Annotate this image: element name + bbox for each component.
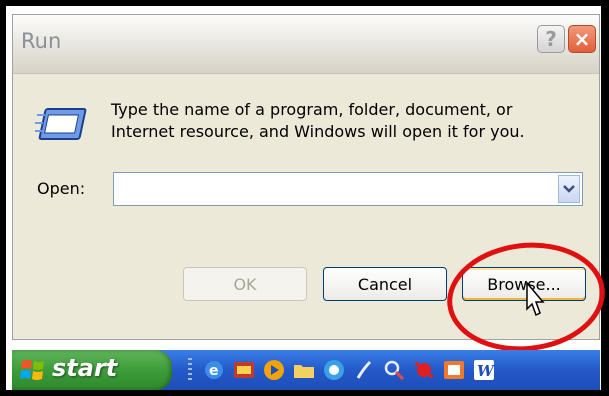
open-label: Open: xyxy=(37,179,86,198)
quick-launch-grip[interactable] xyxy=(188,358,192,382)
close-button[interactable]: × xyxy=(568,25,596,53)
taskbar: start e W xyxy=(12,350,600,390)
help-button[interactable]: ? xyxy=(537,25,565,53)
start-label: start xyxy=(52,354,118,382)
media-icon[interactable] xyxy=(442,358,466,382)
splat-icon[interactable] xyxy=(412,358,436,382)
mouse-cursor-icon xyxy=(526,281,545,317)
internet-explorer-icon[interactable]: e xyxy=(202,358,226,382)
run-description: Type the name of a program, folder, docu… xyxy=(111,99,581,143)
tools-icon[interactable] xyxy=(232,358,256,382)
media-player-icon[interactable] xyxy=(262,358,286,382)
start-button[interactable]: start xyxy=(12,350,172,390)
cancel-button[interactable]: Cancel xyxy=(323,267,447,301)
chevron-down-icon xyxy=(563,185,575,193)
open-input[interactable] xyxy=(116,175,560,205)
svg-text:e: e xyxy=(209,363,219,379)
dialog-title: Run xyxy=(21,29,62,53)
description-line-1: Type the name of a program, folder, docu… xyxy=(111,100,513,119)
svg-text:W: W xyxy=(477,362,496,380)
folder-icon[interactable] xyxy=(292,358,316,382)
search-icon[interactable] xyxy=(382,358,406,382)
title-bar[interactable]: Run ? × xyxy=(13,15,599,74)
messenger-icon[interactable] xyxy=(322,358,346,382)
windows-logo-icon xyxy=(20,360,44,380)
open-combobox[interactable] xyxy=(113,172,583,206)
dropdown-button[interactable] xyxy=(558,175,580,203)
run-icon xyxy=(35,108,87,140)
description-line-2: Internet resource, and Windows will open… xyxy=(111,122,525,141)
word-icon[interactable]: W xyxy=(472,358,496,382)
run-dialog: Run ? × Type the name of a program, fold… xyxy=(12,14,609,359)
ok-button[interactable]: OK xyxy=(183,267,307,301)
feather-icon[interactable] xyxy=(352,358,376,382)
